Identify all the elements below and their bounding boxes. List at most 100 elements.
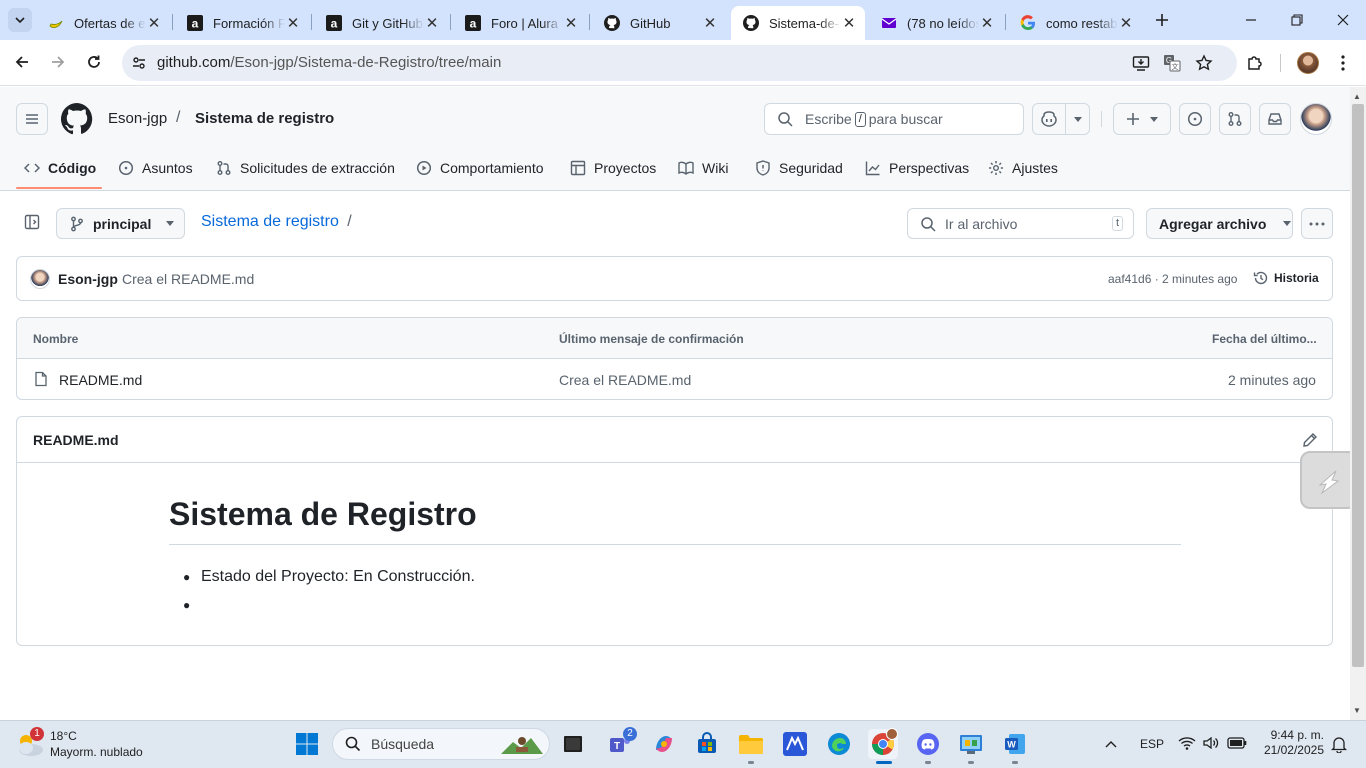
install-app-button[interactable] bbox=[1130, 52, 1152, 74]
expand-file-tree-button[interactable] bbox=[18, 208, 46, 236]
site-info-button[interactable] bbox=[127, 51, 151, 75]
chrome-button[interactable] bbox=[868, 728, 898, 759]
discord-button[interactable] bbox=[913, 729, 943, 759]
tab-label: Ajustes bbox=[1012, 160, 1058, 176]
file-commit-message-link[interactable]: Crea el README.md bbox=[559, 372, 691, 388]
search-highlight-icon bbox=[501, 737, 543, 754]
back-button[interactable] bbox=[10, 50, 34, 74]
tab-pull-requests[interactable]: Solicitudes de extracción bbox=[216, 158, 395, 178]
word-button[interactable]: W bbox=[1000, 729, 1030, 759]
readme-filename[interactable]: README.md bbox=[33, 432, 119, 448]
shield-icon bbox=[756, 160, 770, 176]
close-window-button[interactable] bbox=[1328, 6, 1358, 34]
forward-button[interactable] bbox=[46, 50, 70, 74]
history-button[interactable]: Historia bbox=[1253, 270, 1319, 286]
battery-status[interactable] bbox=[1227, 737, 1247, 749]
close-icon[interactable]: ✕ bbox=[702, 15, 718, 32]
pull-requests-button[interactable] bbox=[1219, 103, 1251, 135]
tab-wiki[interactable]: Wiki bbox=[678, 158, 728, 178]
commit-message[interactable]: Crea el README.md bbox=[122, 271, 254, 287]
go-to-file-input[interactable]: Ir al archivo t bbox=[907, 208, 1134, 239]
input-language[interactable]: ESP bbox=[1140, 737, 1164, 751]
edge-button[interactable] bbox=[824, 729, 854, 759]
copilot-app-button[interactable] bbox=[649, 729, 679, 759]
chrome-menu-button[interactable] bbox=[1336, 52, 1350, 74]
close-icon[interactable]: ✕ bbox=[563, 15, 579, 32]
tab-insights[interactable]: Perspectivas bbox=[865, 158, 969, 178]
notifications-button[interactable] bbox=[1331, 735, 1347, 753]
edit-readme-button[interactable] bbox=[1300, 430, 1320, 450]
tab-projects[interactable]: Proyectos bbox=[570, 158, 656, 178]
github-search-input[interactable]: Escribe / para buscar bbox=[764, 103, 1024, 135]
tab-label: Asuntos bbox=[142, 160, 193, 176]
close-icon[interactable]: ✕ bbox=[285, 15, 301, 32]
table-icon bbox=[570, 160, 586, 176]
bookmark-button[interactable] bbox=[1193, 52, 1215, 74]
minimize-button[interactable] bbox=[1236, 6, 1266, 34]
running-indicator bbox=[748, 761, 754, 764]
start-button[interactable] bbox=[292, 729, 322, 759]
browser-tab[interactable]: (78 no leídos) ✕ bbox=[869, 6, 1003, 40]
browser-tab[interactable]: GitHub ✕ bbox=[592, 6, 726, 40]
global-menu-button[interactable] bbox=[16, 103, 48, 135]
tab-code[interactable]: Código bbox=[24, 158, 96, 178]
network-status[interactable] bbox=[1178, 735, 1196, 751]
tab-title: Formación Platzi bbox=[213, 15, 285, 31]
tab-search-button[interactable] bbox=[8, 8, 32, 32]
browser-tab[interactable]: a Git y GitHub ✕ bbox=[314, 6, 448, 40]
new-tab-button[interactable] bbox=[1150, 8, 1174, 32]
pull-request-icon bbox=[1228, 112, 1242, 126]
github-logo[interactable] bbox=[61, 103, 93, 135]
translate-button[interactable]: G文 bbox=[1161, 52, 1183, 74]
close-icon[interactable]: ✕ bbox=[841, 15, 857, 32]
tab-settings[interactable]: Ajustes bbox=[988, 158, 1058, 178]
store-button[interactable] bbox=[692, 729, 722, 759]
url-text[interactable]: github.com/Eson-jgp/Sistema-de-Registro/… bbox=[157, 54, 501, 71]
commit-sha-time[interactable]: aaf41d6 · 2 minutes ago bbox=[1108, 271, 1237, 287]
user-avatar[interactable] bbox=[1300, 103, 1332, 135]
maximize-button[interactable] bbox=[1282, 6, 1312, 34]
tab-issues[interactable]: Asuntos bbox=[118, 158, 193, 178]
more-options-button[interactable] bbox=[1301, 208, 1333, 239]
close-icon[interactable]: ✕ bbox=[1118, 15, 1134, 32]
add-file-button[interactable]: Agregar archivo bbox=[1146, 208, 1293, 239]
teams-button[interactable]: T 2 bbox=[605, 727, 637, 759]
show-hidden-icons-button[interactable] bbox=[1102, 735, 1120, 753]
search-icon bbox=[921, 216, 936, 232]
browser-tab-active[interactable]: Sistema-de-Registro ✕ bbox=[731, 6, 865, 40]
profile-avatar[interactable] bbox=[1297, 52, 1319, 74]
close-icon[interactable]: ✕ bbox=[979, 15, 995, 32]
scrollbar-thumb[interactable] bbox=[1352, 104, 1364, 667]
tab-security[interactable]: Seguridad bbox=[755, 158, 843, 178]
create-new-button[interactable] bbox=[1113, 103, 1171, 135]
scroll-up-arrow[interactable]: ▲ bbox=[1353, 92, 1361, 101]
file-explorer-button[interactable] bbox=[736, 729, 766, 759]
breadcrumb-repo-link[interactable]: Sistema de registro bbox=[201, 213, 339, 230]
close-icon[interactable]: ✕ bbox=[424, 15, 440, 32]
browser-tab[interactable]: a Formación Platzi ✕ bbox=[175, 6, 309, 40]
browser-tab[interactable]: como restablecer ✕ bbox=[1008, 6, 1142, 40]
app-button[interactable] bbox=[780, 729, 810, 759]
weather-widget[interactable]: 1 18°C Mayorm. nublado bbox=[14, 727, 154, 763]
commit-author[interactable]: Eson-jgp bbox=[58, 271, 118, 287]
close-icon[interactable]: ✕ bbox=[146, 15, 162, 32]
context-repo-link[interactable]: Sistema de registro bbox=[195, 110, 334, 127]
file-name-link[interactable]: README.md bbox=[59, 372, 142, 388]
extensions-button[interactable] bbox=[1244, 52, 1266, 74]
control-panel-button[interactable] bbox=[956, 729, 986, 759]
copilot-button[interactable] bbox=[1032, 103, 1090, 135]
browser-tab[interactable]: Ofertas de empleo ✕ bbox=[36, 6, 170, 40]
tab-actions[interactable]: Comportamiento bbox=[416, 158, 544, 178]
context-owner-link[interactable]: Eson-jgp bbox=[108, 110, 167, 127]
browser-tab[interactable]: a Foro | Alura Latam ✕ bbox=[453, 6, 587, 40]
taskbar-search[interactable]: Búsqueda bbox=[332, 728, 550, 760]
task-view-button[interactable] bbox=[558, 729, 588, 759]
commit-author-avatar[interactable] bbox=[30, 269, 50, 289]
system-clock[interactable]: 9:44 p. m. 21/02/2025 bbox=[1256, 728, 1324, 758]
scroll-down-arrow[interactable]: ▼ bbox=[1353, 706, 1361, 715]
branch-selector[interactable]: principal bbox=[56, 208, 185, 239]
issues-button[interactable] bbox=[1179, 103, 1211, 135]
reload-button[interactable] bbox=[82, 50, 106, 74]
volume-status[interactable] bbox=[1202, 735, 1220, 751]
inbox-button[interactable] bbox=[1259, 103, 1291, 135]
